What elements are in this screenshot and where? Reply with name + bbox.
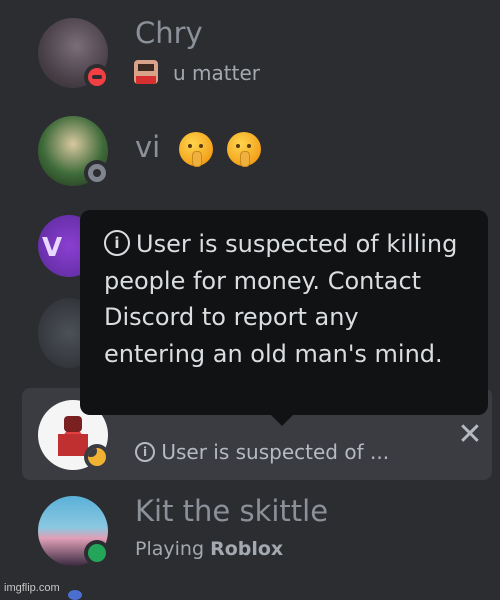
member-row-chry[interactable]: Chry u matter	[0, 8, 500, 92]
dnd-status-icon	[84, 64, 110, 90]
custom-status: i User is suspected of ...	[135, 440, 389, 464]
custom-status-text: User is suspected of ...	[161, 440, 390, 464]
close-icon[interactable]: ✕	[455, 420, 485, 450]
shushing-face-icon	[179, 132, 214, 167]
member-name: Kit the skittle	[135, 494, 329, 528]
custom-status-text: u matter	[173, 61, 260, 85]
info-icon: i	[104, 230, 130, 256]
member-row-vi[interactable]: vi	[0, 108, 500, 192]
logo-icon: V	[42, 233, 63, 263]
idle-status-icon	[84, 444, 110, 470]
offline-status-icon	[84, 160, 110, 186]
watermark: imgflip.com	[4, 582, 60, 594]
shushing-face-icon	[226, 132, 261, 167]
info-icon: i	[135, 441, 155, 462]
tooltip-text: User is suspected of killing people for …	[104, 230, 458, 368]
member-row-kit-the-skittle[interactable]: Kit the skittle Playing Roblox	[0, 488, 500, 572]
activity-prefix: Playing	[135, 538, 205, 560]
activity: Playing Roblox	[135, 538, 283, 560]
status-tooltip: i User is suspected of killing people for…	[80, 210, 488, 415]
activity-name: Roblox	[210, 538, 284, 560]
member-name: vi	[135, 130, 261, 167]
online-status-icon	[84, 540, 110, 566]
member-name: Chry	[135, 16, 203, 50]
tooltip-arrow	[270, 414, 294, 426]
member-name-text: vi	[135, 130, 161, 164]
custom-status-emoji	[134, 60, 158, 84]
avatar[interactable]	[68, 590, 82, 600]
